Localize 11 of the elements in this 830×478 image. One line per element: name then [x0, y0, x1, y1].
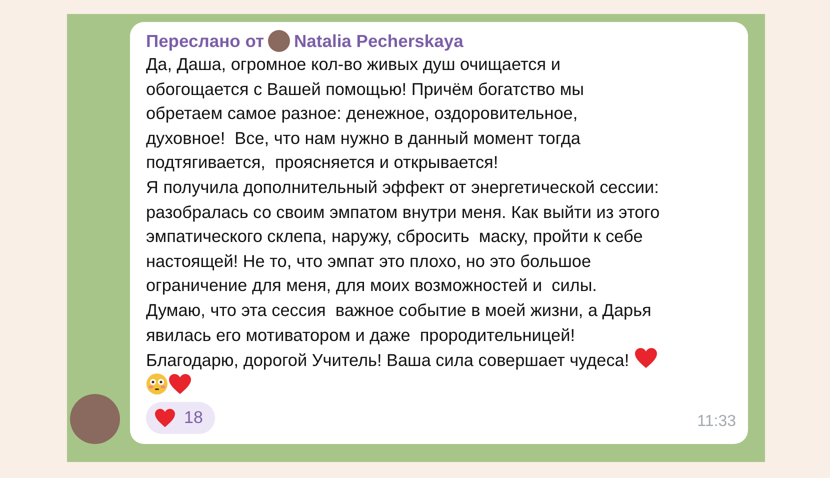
heart-icon	[634, 347, 658, 370]
heart-icon	[168, 372, 192, 395]
forwarded-label: Переслано от	[146, 30, 264, 52]
sender-name[interactable]: Natalia Pecherskaya	[294, 30, 464, 52]
message-time: 11:33	[697, 412, 736, 432]
heart-reaction-button[interactable]: 18	[146, 402, 215, 434]
flushed-face-icon	[146, 372, 168, 395]
message-text: Да, Даша, огромное кол-во живых душ очищается и обогощается с Вашей помощью! Причём богатство мы обретаем самое разное: денежное, оздоровительное, духовное! Все, что нам нужно в данный момент тогда подтягивается, проясняется и открывается! Я получила дополнительный эффект от энергетической сессии: разобралась со своим эмпатом внутри меня. Как выйти из этого эмпатического склепа, наружу, сбросить маску, пройти к себе настоящей! Не то, что эмпат это плохо, но это большое ограничение для меня, для моих возможностей и силы. Думаю, что эта сессия важное событие в моей жизни, а Дарья явилась его мотиватором и даже прородительницей!	[146, 53, 661, 347]
message-text: Благодарю, дорогой Учитель! Ваша сила совершает чудеса!	[146, 350, 630, 370]
heart-icon	[154, 408, 176, 428]
avatar-icon	[268, 30, 290, 52]
